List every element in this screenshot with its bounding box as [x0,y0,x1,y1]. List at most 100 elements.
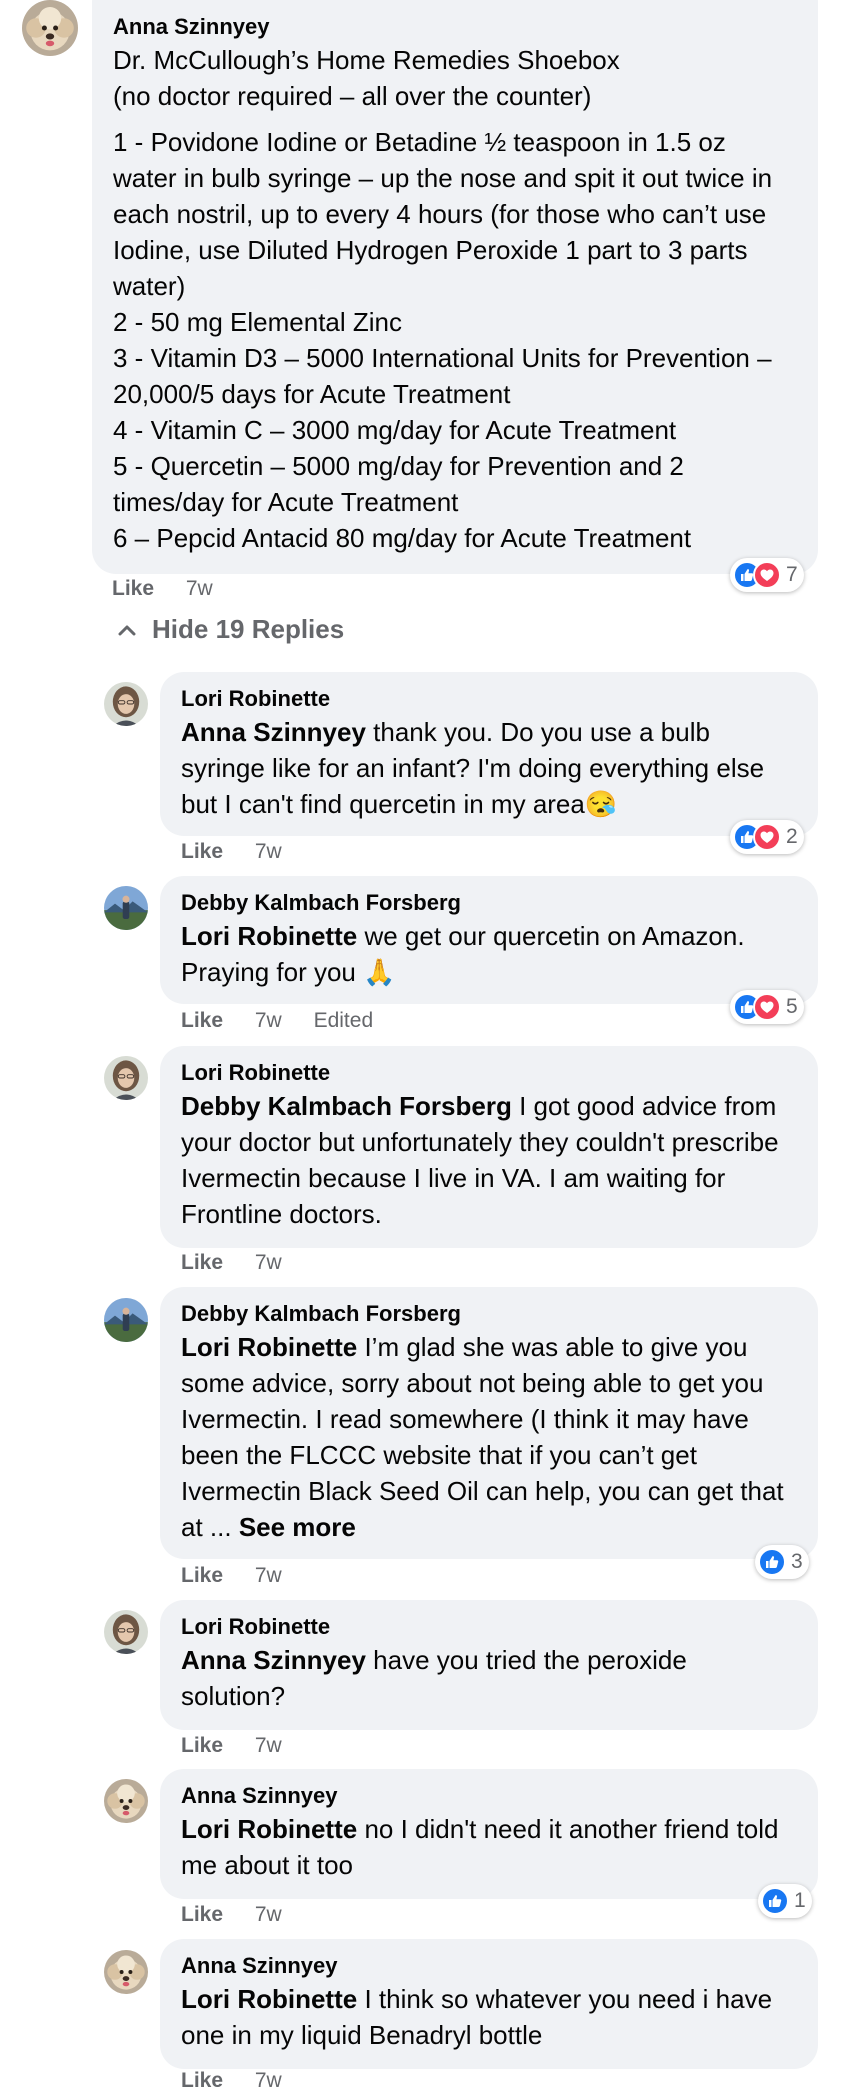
like-button[interactable]: Like [181,1734,223,1757]
hide-replies-label: Hide 19 Replies [152,614,345,644]
reply-text: Anna Szinnyey have you tried the peroxid… [181,1642,798,1714]
comment-line: 1 - Povidone Iodine or Betadine ½ teaspo… [113,127,773,301]
reaction-summary[interactable]: 3 [755,1545,809,1579]
reply-bubble: Lori Robinette Anna Szinnyey thank you. … [160,672,818,836]
mention-link[interactable]: Lori Robinette [181,1984,357,2014]
comment-line: 2 - 50 mg Elemental Zinc [113,307,403,337]
reply-actions: Like 7w [181,2069,308,2093]
reaction-count: 3 [791,1550,803,1573]
reaction-summary[interactable]: 5 [730,990,804,1024]
dog-photo-icon [104,1950,148,1994]
comment-line: 5 - Quercetin – 5000 mg/day for Preventi… [113,451,684,517]
avatar-lori-robinette[interactable] [104,682,148,726]
reply-bubble: Anna Szinnyey Lori Robinette I think so … [160,1939,818,2069]
comment-line: 3 - Vitamin D3 – 5000 International Unit… [113,343,772,409]
mention-link[interactable]: Lori Robinette [181,921,357,951]
mention-link[interactable]: Debby Kalmbach Forsberg [181,1091,512,1121]
avatar-anna-szinnyey[interactable] [104,1779,148,1823]
love-icon [753,561,781,589]
reply-actions: Like 7w [181,1251,308,1275]
comment-line: Dr. McCullough’s Home Remedies Shoebox [113,45,620,75]
timestamp[interactable]: 7w [255,1251,282,1274]
reply-text: Lori Robinette no I didn't need it anoth… [181,1811,798,1883]
reply-author[interactable]: Anna Szinnyey [181,1951,798,1981]
reply-author[interactable]: Debby Kalmbach Forsberg [181,888,798,918]
timestamp[interactable]: 7w [255,1734,282,1757]
like-button[interactable]: Like [181,1009,223,1032]
reply-text: Lori Robinette I think so whatever you n… [181,1981,798,2053]
reply-actions: Like 7w [181,840,308,864]
reaction-count: 7 [786,563,798,586]
profile-photo-icon [104,886,148,930]
avatar-debby-kalmbach-forsberg[interactable] [104,1298,148,1342]
reaction-summary[interactable]: 7 [730,558,804,592]
reply-author[interactable]: Anna Szinnyey [181,1781,798,1811]
love-icon [753,823,781,851]
dog-photo-icon [104,1779,148,1823]
like-button[interactable]: Like [181,840,223,863]
timestamp[interactable]: 7w [186,577,213,600]
profile-photo-icon [104,1056,148,1100]
profile-photo-icon [104,682,148,726]
avatar-lori-robinette[interactable] [104,1056,148,1100]
reaction-count: 2 [786,825,798,848]
timestamp[interactable]: 7w [255,1009,282,1032]
reply-actions: Like 7w [181,1903,308,1927]
reply-actions: Like 7w [181,1564,308,1588]
love-icon [753,993,781,1021]
reply-author[interactable]: Debby Kalmbach Forsberg [181,1299,798,1329]
comment-line: (no doctor required – all over the count… [113,81,592,111]
reply-bubble: Anna Szinnyey Lori Robinette no I didn't… [160,1769,818,1899]
reply-text: Debby Kalmbach Forsberg I got good advic… [181,1088,798,1232]
comment-line: 6 – Pepcid Antacid 80 mg/day for Acute T… [113,523,692,553]
like-button[interactable]: Like [181,1564,223,1587]
reply-text: Anna Szinnyey thank you. Do you use a bu… [181,714,798,822]
hide-replies-button[interactable]: Hide 19 Replies [116,614,344,645]
like-button[interactable]: Like [181,1903,223,1926]
reply-bubble: Lori Robinette Debby Kalmbach Forsberg I… [160,1046,818,1248]
reaction-summary[interactable]: 1 [758,1884,812,1918]
mention-link[interactable]: Anna Szinnyey [181,717,366,747]
timestamp[interactable]: 7w [255,2069,282,2092]
reply-bubble: Debby Kalmbach Forsberg Lori Robinette I… [160,1287,818,1559]
profile-photo-icon [104,1298,148,1342]
avatar-debby-kalmbach-forsberg[interactable] [104,886,148,930]
reply-author[interactable]: Lori Robinette [181,1612,798,1642]
see-more-link[interactable]: See more [239,1512,356,1542]
avatar-lori-robinette[interactable] [104,1610,148,1654]
timestamp[interactable]: 7w [255,1903,282,1926]
like-button[interactable]: Like [181,2069,223,2092]
timestamp[interactable]: 7w [255,840,282,863]
edited-label: Edited [313,1009,374,1032]
like-icon [761,1887,789,1915]
reaction-summary[interactable]: 2 [730,820,804,854]
mention-link[interactable]: Anna Szinnyey [181,1645,366,1675]
avatar-anna-szinnyey[interactable] [104,1950,148,1994]
reply-text: Lori Robinette I’m glad she was able to … [181,1329,798,1545]
comment-line: 4 - Vitamin C – 3000 mg/day for Acute Tr… [113,415,677,445]
reply-body: I’m glad she was able to give you some a… [181,1332,784,1542]
reply-actions: Like 7w [181,1734,308,1758]
comment-text: Dr. McCullough’s Home Remedies Shoebox (… [113,42,796,556]
praying-hands-emoji: 🙏 [363,957,396,987]
sleepy-emoji: 😪 [584,789,618,819]
reaction-count: 1 [794,1889,806,1912]
like-button[interactable]: Like [181,1251,223,1274]
reply-actions: Like 7w Edited [181,1009,399,1033]
reply-author[interactable]: Lori Robinette [181,1058,798,1088]
like-icon [758,1548,786,1576]
avatar-anna-szinnyey[interactable] [22,0,78,56]
dog-photo-icon [22,0,78,56]
reaction-count: 5 [786,995,798,1018]
mention-link[interactable]: Lori Robinette [181,1814,357,1844]
comment-author[interactable]: Anna Szinnyey [113,12,796,42]
chevron-up-icon [118,625,136,635]
like-button[interactable]: Like [112,577,154,600]
timestamp[interactable]: 7w [255,1564,282,1587]
comment-bubble-main: Anna Szinnyey Dr. McCullough’s Home Reme… [92,0,818,574]
reply-author[interactable]: Lori Robinette [181,684,798,714]
reply-bubble: Lori Robinette Anna Szinnyey have you tr… [160,1600,818,1730]
mention-link[interactable]: Lori Robinette [181,1332,357,1362]
comment-actions: Like 7w [112,577,239,601]
reply-bubble: Debby Kalmbach Forsberg Lori Robinette w… [160,876,818,1004]
